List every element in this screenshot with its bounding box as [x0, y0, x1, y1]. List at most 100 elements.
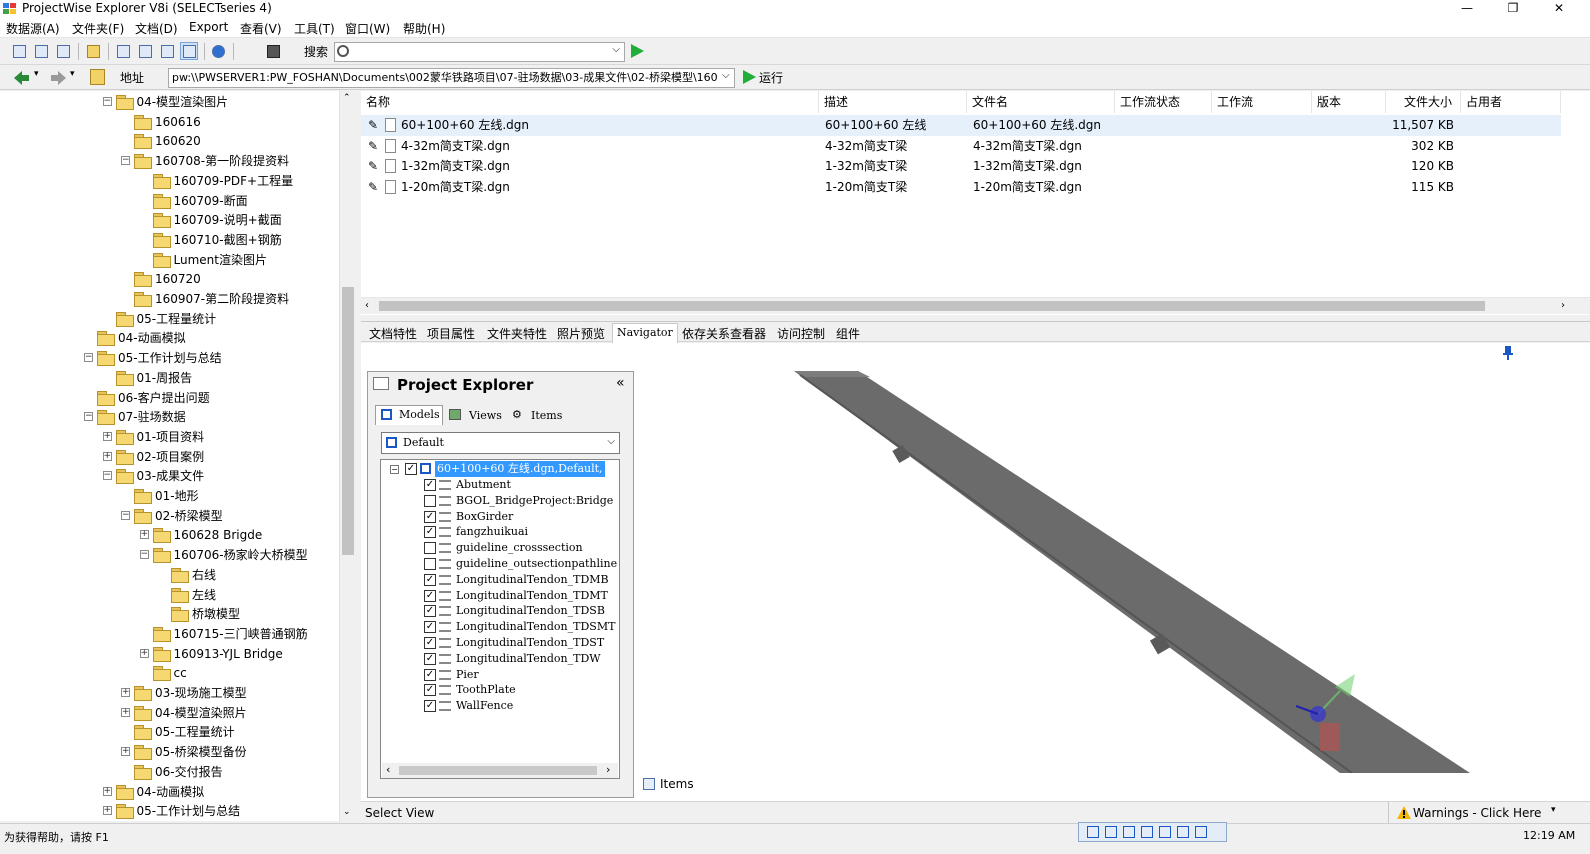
layer-checkbox[interactable]: ✓: [424, 637, 436, 649]
ime-toolbar[interactable]: [1078, 822, 1227, 842]
chevron-down-icon[interactable]: ⌵: [612, 44, 620, 55]
scroll-left-icon[interactable]: ‹: [365, 300, 369, 311]
ime-icon[interactable]: [1159, 826, 1171, 838]
layer-checkbox[interactable]: ✓: [424, 510, 436, 523]
back-dropdown-icon[interactable]: ▾: [34, 69, 39, 79]
layer-checkbox[interactable]: ✓: [424, 479, 436, 491]
forward-dropdown-icon[interactable]: ▾: [70, 69, 75, 79]
menu-document[interactable]: 文档(D): [135, 20, 178, 37]
expand-icon[interactable]: +: [139, 530, 149, 540]
expand-icon[interactable]: +: [102, 786, 112, 796]
expand-icon[interactable]: +: [121, 688, 130, 697]
collapse-icon[interactable]: −: [102, 97, 112, 106]
table-row[interactable]: ✎ 60+100+60 左线.dgn 60+100+60 左线 60+100+60 左…: [361, 115, 1561, 136]
tab-components[interactable]: 组件: [832, 325, 864, 342]
search-go-icon[interactable]: [629, 43, 645, 59]
menu-folder[interactable]: 文件夹(F): [72, 20, 124, 37]
tree-scrollbar[interactable]: ⌃ ⌄: [339, 91, 355, 821]
warnings-button[interactable]: Warnings - Click Here: [1413, 806, 1541, 820]
scroll-right-icon[interactable]: ›: [1561, 300, 1565, 311]
address-input[interactable]: pw:\\PWSERVER1:PW_FOSHAN\Documents\002蒙华…: [168, 68, 735, 88]
layer-checkbox[interactable]: ✓: [424, 684, 436, 697]
column-workflow-state[interactable]: 工作流状态: [1115, 91, 1212, 113]
minimize-button[interactable]: —: [1444, 0, 1490, 17]
collapse-panel-button[interactable]: «: [616, 375, 625, 391]
menu-help[interactable]: 帮助(H): [403, 20, 445, 37]
tab-folder-properties[interactable]: 文件夹特性: [483, 325, 551, 342]
address-dropdown-icon[interactable]: ⌵: [722, 70, 730, 81]
print-icon[interactable]: [84, 42, 102, 60]
go-icon[interactable]: [741, 69, 757, 85]
subtab-views[interactable]: Views: [445, 406, 505, 425]
layer-checkbox[interactable]: ✓: [424, 668, 436, 681]
column-workflow[interactable]: 工作流: [1212, 91, 1312, 113]
details-view-icon[interactable]: [180, 42, 198, 60]
expand-icon[interactable]: +: [102, 431, 112, 441]
ime-icon[interactable]: [1195, 826, 1207, 838]
tab-project-properties[interactable]: 项目属性: [423, 325, 479, 342]
scroll-right-icon[interactable]: ›: [606, 763, 610, 776]
tab-document-properties[interactable]: 文档特性: [365, 325, 421, 342]
table-row[interactable]: ✎ 1-20m简支T梁.dgn 1-20m简支T梁 1-20m简支T梁.dgn 115 …: [361, 177, 1561, 198]
menu-window[interactable]: 窗口(W): [345, 20, 390, 37]
expand-icon[interactable]: +: [121, 707, 130, 717]
list-horizontal-scrollbar[interactable]: ‹ ›: [361, 297, 1590, 314]
column-owner[interactable]: 占用者: [1461, 91, 1561, 113]
ime-icon[interactable]: [1177, 826, 1189, 838]
tab-photo-preview[interactable]: 照片预览: [553, 325, 609, 342]
collapse-icon[interactable]: −: [121, 156, 130, 166]
new-document-icon[interactable]: [10, 42, 28, 60]
model-tree-scrollbar[interactable]: ‹ ›: [382, 763, 618, 778]
column-name[interactable]: 名称: [361, 91, 819, 113]
go-button[interactable]: 运行: [759, 69, 783, 86]
subtab-items[interactable]: ⚙ Items: [508, 406, 568, 425]
list-scroll-thumb[interactable]: [379, 301, 1485, 311]
layer-checkbox[interactable]: ✓: [424, 700, 436, 713]
column-description[interactable]: 描述: [819, 91, 967, 113]
menu-view[interactable]: 查看(V): [240, 20, 282, 37]
collapse-icon[interactable]: −: [102, 471, 112, 481]
tab-dependency-viewer[interactable]: 依存关系查看器: [678, 325, 770, 342]
layer-checkbox[interactable]: ✓: [424, 605, 436, 618]
layer-checkbox[interactable]: ✓: [424, 652, 436, 665]
model-tree-scroll-thumb[interactable]: [399, 766, 597, 775]
column-version[interactable]: 版本: [1312, 91, 1386, 113]
search-input[interactable]: ⌵: [334, 42, 625, 62]
tab-navigator[interactable]: Navigator: [612, 323, 678, 343]
list-view-icon[interactable]: [158, 42, 176, 60]
properties-icon[interactable]: [54, 42, 72, 60]
layer-checkbox[interactable]: [424, 494, 436, 507]
layer-checkbox[interactable]: [424, 558, 436, 570]
table-row[interactable]: ✎ 1-32m简支T梁.dgn 1-32m简支T梁 1-32m简支T梁.dgn 120 …: [361, 156, 1561, 177]
table-row[interactable]: ✎ 4-32m简支T梁.dgn 4-32m简支T梁 4-32m简支T梁.dgn 302 …: [361, 136, 1561, 157]
expand-icon[interactable]: +: [102, 806, 112, 816]
menu-datasource[interactable]: 数据源(A): [6, 20, 60, 37]
collapse-icon[interactable]: −: [84, 412, 93, 422]
ime-icon[interactable]: [1123, 826, 1135, 838]
maximize-button[interactable]: ❐: [1490, 0, 1536, 17]
column-filesize[interactable]: 文件大小: [1386, 91, 1461, 113]
column-filename[interactable]: 文件名: [967, 91, 1115, 113]
menu-tools[interactable]: 工具(T): [294, 20, 335, 37]
layer-checkbox[interactable]: [424, 542, 436, 555]
layer-checkbox[interactable]: ✓: [424, 573, 436, 586]
scroll-down-icon[interactable]: ⌄: [343, 807, 351, 817]
edit-document-icon[interactable]: [32, 42, 50, 60]
menu-export[interactable]: Export: [189, 20, 228, 34]
help-icon[interactable]: [209, 42, 227, 60]
layer-checkbox[interactable]: ✓: [424, 621, 436, 634]
chevron-down-icon[interactable]: ⌵: [607, 436, 615, 447]
tab-access-control[interactable]: 访问控制: [773, 325, 829, 342]
expand-icon[interactable]: +: [139, 648, 149, 658]
close-button[interactable]: ✕: [1536, 0, 1582, 17]
collapse-icon[interactable]: −: [84, 353, 93, 363]
3d-viewport[interactable]: [640, 371, 1570, 773]
layer-checkbox[interactable]: ✓: [424, 526, 436, 539]
collapse-icon[interactable]: −: [390, 465, 399, 474]
scroll-up-icon[interactable]: ⌃: [343, 93, 351, 103]
forward-arrow-icon[interactable]: [50, 70, 68, 86]
pin-icon[interactable]: [1501, 345, 1515, 361]
subtab-models[interactable]: Models: [375, 405, 443, 425]
collapse-icon[interactable]: −: [139, 550, 149, 560]
ime-icon[interactable]: [1141, 826, 1153, 838]
